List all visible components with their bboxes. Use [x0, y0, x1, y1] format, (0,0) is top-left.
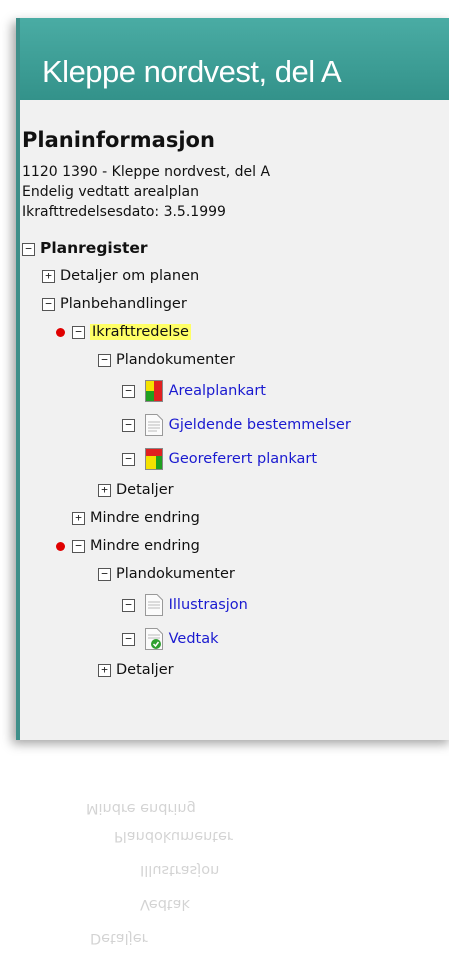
content: Planinformasjon 1120 1390 - Kleppe nordv…	[20, 100, 449, 684]
reflection-line: Plandokumenter	[114, 828, 233, 844]
status-dot-icon	[56, 328, 65, 337]
tree-node-plandokumenter-2[interactable]: − Plandokumenter	[22, 560, 449, 588]
collapse-icon[interactable]: −	[122, 418, 135, 432]
collapse-icon[interactable]: −	[122, 384, 135, 398]
tree-node-detaljer-2[interactable]: + Detaljer	[22, 656, 449, 684]
plan-id-line: 1120 1390 - Kleppe nordvest, del A	[22, 164, 271, 180]
collapse-icon[interactable]: −	[122, 452, 135, 466]
expand-icon[interactable]: +	[98, 483, 111, 497]
map-document-icon	[144, 448, 163, 470]
plan-tree: − Planregister + Detaljer om planen − Planb…	[22, 234, 449, 684]
tree-node-vedtak[interactable]: − Vedtak	[22, 622, 449, 656]
plan-date-line: Ikrafttredelsesdato: 3.5.1999	[22, 204, 226, 220]
reflection-line: Vedtak	[140, 896, 190, 912]
tree-node-plandokumenter[interactable]: − Plandokumenter	[22, 346, 449, 374]
expand-icon[interactable]: +	[72, 511, 85, 525]
tree-node-arealplankart[interactable]: − Arealplankart	[22, 374, 449, 408]
tree-node-planbehandlinger[interactable]: − Planbehandlinger	[22, 290, 449, 318]
status-dot-icon	[56, 542, 65, 551]
collapse-icon[interactable]: −	[72, 539, 85, 553]
reflection-line: Detaljer	[90, 930, 148, 946]
approved-document-icon	[144, 628, 163, 650]
plan-info: 1120 1390 - Kleppe nordvest, del A Endel…	[22, 162, 449, 222]
tree-node-planregister[interactable]: − Planregister	[22, 234, 449, 262]
collapse-icon[interactable]: −	[72, 325, 85, 339]
expand-icon[interactable]: +	[98, 663, 111, 677]
collapse-icon[interactable]: −	[42, 297, 55, 311]
collapse-icon[interactable]: −	[98, 567, 111, 581]
map-document-icon	[144, 380, 163, 402]
tree-node-georeferert-plankart[interactable]: − Georeferert plankart	[22, 442, 449, 476]
tree-node-mindre-endring-2[interactable]: − Mindre endring	[22, 532, 449, 560]
tree-node-ikrafttredelse[interactable]: − Ikrafttredelse	[22, 318, 449, 346]
expand-icon[interactable]: +	[42, 269, 55, 283]
tree-node-detaljer-om-planen[interactable]: + Detaljer om planen	[22, 262, 449, 290]
tree-node-mindre-endring[interactable]: + Mindre endring	[22, 504, 449, 532]
tree-node-illustrasjon[interactable]: − Illustrasjon	[22, 588, 449, 622]
plan-panel: Kleppe nordvest, del A Planinformasjon 1…	[16, 18, 449, 740]
panel-reflection: Detaljer Vedtak Illustrasjon Plandokumen…	[16, 742, 449, 956]
plan-status-line: Endelig vedtatt arealplan	[22, 184, 199, 200]
section-heading: Planinformasjon	[22, 128, 215, 152]
reflection-line: Illustrasjon	[140, 862, 220, 878]
collapse-icon[interactable]: −	[122, 598, 135, 612]
collapse-icon[interactable]: −	[98, 353, 111, 367]
tree-node-gjeldende-bestemmelser[interactable]: − Gjeldende bestemmelser	[22, 408, 449, 442]
page-title: Kleppe nordvest, del A	[20, 18, 449, 100]
collapse-icon[interactable]: −	[122, 632, 135, 646]
reflection-line: Mindre endring	[86, 800, 196, 816]
text-document-icon	[144, 594, 163, 616]
text-document-icon	[144, 414, 163, 436]
collapse-icon[interactable]: −	[22, 242, 35, 256]
tree-node-detaljer[interactable]: + Detaljer	[22, 476, 449, 504]
